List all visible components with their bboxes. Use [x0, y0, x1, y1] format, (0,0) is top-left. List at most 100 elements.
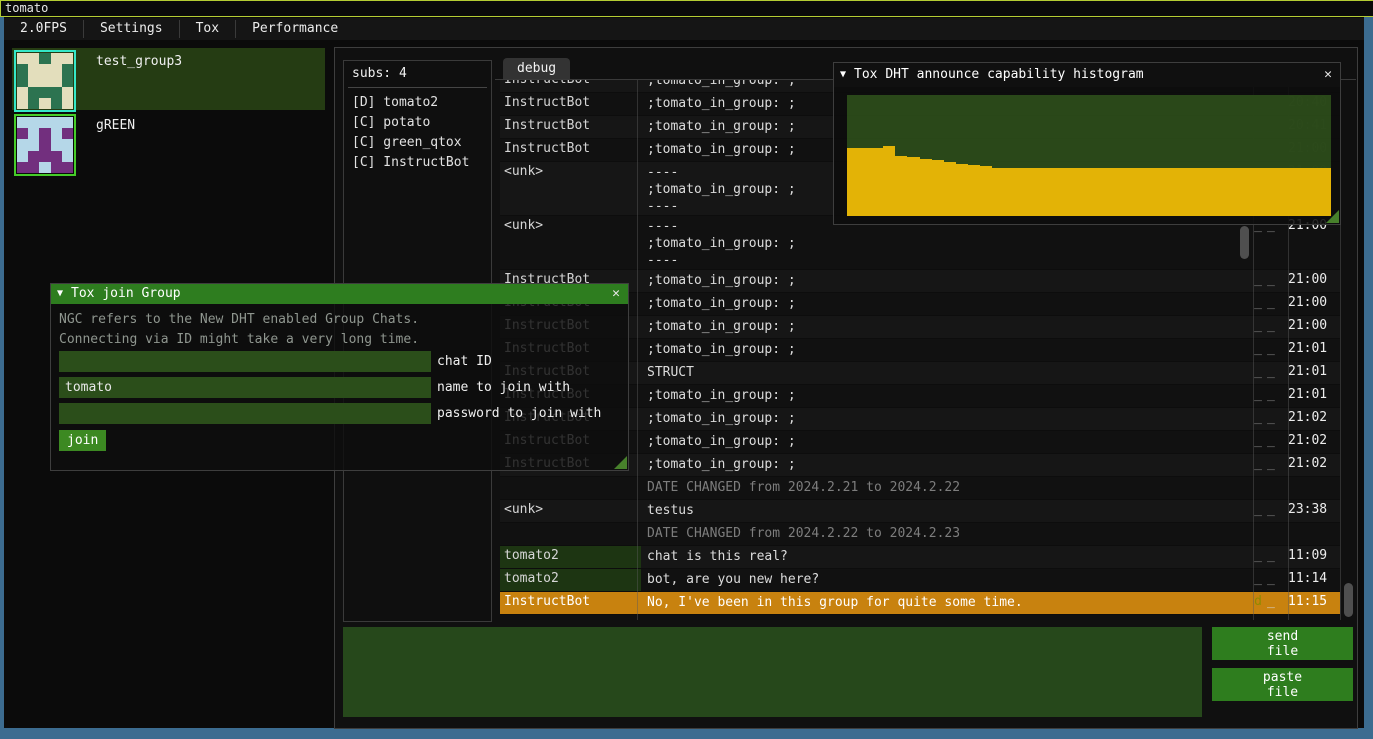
chat-scrollbar-thumb[interactable]: [1344, 583, 1353, 617]
message-text: bot, are you new here?: [641, 569, 1247, 591]
message-row[interactable]: tomato2chat is this real?__11:09: [500, 546, 1340, 569]
dht-histogram-titlebar[interactable]: ▼ Tox DHT announce capability histogram …: [834, 63, 1340, 87]
sidebar-group-gREEN[interactable]: gREEN: [12, 112, 325, 174]
menu-bar: 2.0FPS Settings Tox Performance: [4, 18, 1364, 40]
menu-item-tox[interactable]: Tox: [180, 18, 235, 40]
message-text: ;tomato_in_group: ;: [641, 454, 1247, 476]
avatar-pixels: [17, 117, 73, 173]
histogram-bar: [1125, 168, 1137, 216]
join-group-window[interactable]: ▼ Tox join Group ✕ NGC refers to the New…: [50, 283, 629, 471]
histogram-bar: [1234, 168, 1246, 216]
histogram-bar: [1161, 168, 1173, 216]
histogram-bar: [1101, 168, 1113, 216]
histogram-bar: [980, 166, 992, 216]
system-row[interactable]: DATE CHANGED from 2024.2.22 to 2024.2.23: [500, 523, 1340, 546]
join-button[interactable]: join: [59, 430, 106, 451]
message-row[interactable]: tomato2bot, are you new here?__11:14: [500, 569, 1340, 592]
message-text: DATE CHANGED from 2024.2.21 to 2024.2.22: [641, 477, 1247, 499]
message-time: 21:02: [1282, 408, 1340, 430]
sender-name: InstructBot: [500, 93, 641, 115]
histogram-bar: [920, 159, 932, 216]
dht-histogram-title: Tox DHT announce capability histogram: [854, 63, 1144, 87]
close-icon[interactable]: ✕: [612, 284, 620, 304]
message-time: [1282, 477, 1340, 499]
histogram-bar: [1077, 168, 1089, 216]
join-group-titlebar[interactable]: ▼ Tox join Group ✕: [51, 284, 628, 304]
histogram-bar: [992, 168, 1004, 216]
message-text: STRUCT: [641, 362, 1247, 384]
menu-item-settings[interactable]: Settings: [84, 18, 179, 40]
message-text: ;tomato_in_group: ;: [641, 293, 1247, 315]
histogram-bar: [932, 160, 944, 216]
message-input[interactable]: [343, 627, 1202, 717]
sender-name: <unk>: [500, 216, 641, 269]
join-name-label: name to join with: [437, 380, 570, 395]
paste-file-button[interactable]: paste file: [1212, 668, 1353, 701]
message-text: DATE CHANGED from 2024.2.22 to 2024.2.23: [641, 523, 1247, 545]
message-time: 23:38: [1282, 500, 1340, 522]
sender-name: InstructBot: [500, 116, 641, 138]
chat-id-label: chat ID: [437, 354, 492, 369]
group-avatar: [14, 50, 76, 112]
send-file-button[interactable]: send file: [1212, 627, 1353, 660]
message-text: ;tomato_in_group: ;: [641, 316, 1247, 338]
chat-id-input[interactable]: [59, 351, 431, 372]
histogram-bar: [847, 148, 859, 216]
histogram-bar: [1319, 168, 1331, 216]
histogram-bar: [1053, 168, 1065, 216]
window-frame-right: [1364, 17, 1373, 739]
histogram-bar: [871, 148, 883, 216]
resize-grip[interactable]: [1326, 210, 1339, 223]
sender-name: InstructBot: [500, 139, 641, 161]
menu-item-performance[interactable]: Performance: [236, 18, 354, 40]
menu-item-fps: 2.0FPS: [4, 18, 83, 40]
join-name-input[interactable]: [59, 377, 431, 398]
message-time: 11:09: [1282, 546, 1340, 568]
message-time: 21:02: [1282, 431, 1340, 453]
group-name: gREEN: [96, 118, 135, 174]
message-row[interactable]: <unk>testus__23:38: [500, 500, 1340, 523]
collapse-arrow-icon[interactable]: ▼: [57, 284, 63, 304]
histogram-bar: [1246, 168, 1258, 216]
message-text: ;tomato_in_group: ;: [641, 385, 1247, 407]
window-title: tomato: [5, 1, 48, 15]
resize-grip[interactable]: [614, 456, 627, 469]
window-title-bar[interactable]: tomato: [0, 0, 1373, 17]
message-row[interactable]: InstructBotNo, I've been in this group f…: [500, 592, 1340, 615]
histogram-bar: [1113, 168, 1125, 216]
histogram-bar: [1137, 168, 1149, 216]
message-time: 21:01: [1282, 339, 1340, 361]
histogram-bar: [1210, 168, 1222, 216]
histogram-bar: [1004, 168, 1016, 216]
group-avatar: [14, 114, 76, 176]
histogram-bar: [1222, 168, 1234, 216]
histogram-bar: [1028, 168, 1040, 216]
member-green_qtox[interactable]: [C] green_qtox: [344, 132, 491, 152]
message-time: 21:02: [1282, 454, 1340, 476]
sender-name: [500, 477, 641, 499]
join-description-line2: Connecting via ID might take a very long…: [59, 330, 628, 350]
message-text: ;tomato_in_group: ;: [641, 408, 1247, 430]
join-description-line1: NGC refers to the New DHT enabled Group …: [59, 310, 628, 330]
tab-debug[interactable]: debug: [503, 58, 570, 79]
dht-histogram-plot: [847, 95, 1331, 216]
member-potato[interactable]: [C] potato: [344, 112, 491, 132]
inner-scrollbar-thumb[interactable]: [1240, 226, 1249, 259]
sender-name: tomato2: [500, 569, 641, 591]
histogram-bar: [1016, 168, 1028, 216]
system-row[interactable]: DATE CHANGED from 2024.2.21 to 2024.2.22: [500, 477, 1340, 500]
sender-name: tomato2: [500, 546, 641, 568]
histogram-bar: [859, 148, 871, 216]
member-tomato2[interactable]: [D] tomato2: [344, 92, 491, 112]
histogram-bar: [1186, 168, 1198, 216]
join-password-input[interactable]: [59, 403, 431, 424]
message-time: 21:01: [1282, 385, 1340, 407]
sender-name: <unk>: [500, 500, 641, 522]
collapse-arrow-icon[interactable]: ▼: [840, 63, 846, 87]
message-text: ;tomato_in_group: ;: [641, 431, 1247, 453]
histogram-bar: [1041, 168, 1053, 216]
sidebar-group-test_group3[interactable]: test_group3: [12, 48, 325, 110]
dht-histogram-window[interactable]: ▼ Tox DHT announce capability histogram …: [833, 62, 1341, 225]
close-icon[interactable]: ✕: [1324, 63, 1332, 87]
member-instructbot[interactable]: [C] InstructBot: [344, 152, 491, 172]
